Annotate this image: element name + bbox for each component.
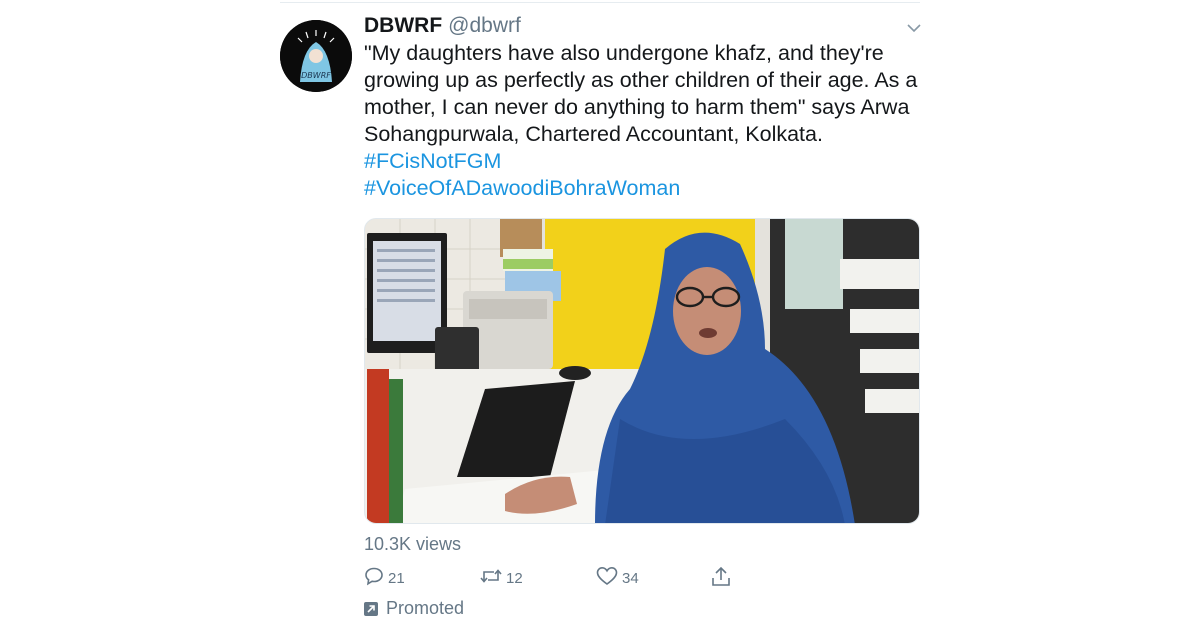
avatar-logo: DBWRF (280, 20, 352, 92)
retweet-icon (480, 566, 502, 591)
chevron-down-icon[interactable] (904, 18, 924, 38)
top-divider (280, 2, 920, 3)
hashtag-link[interactable]: #FCisNotFGM (364, 148, 924, 175)
reply-count: 21 (388, 570, 405, 587)
reply-button[interactable]: 21 (364, 566, 405, 591)
view-count: 10.3K views (364, 534, 462, 554)
tweet-text-line: "My daughters have also undergone khafz,… (364, 41, 884, 65)
avatar[interactable]: DBWRF (280, 20, 352, 92)
promoted-icon (364, 601, 378, 616)
like-icon (596, 566, 618, 591)
tweet-text-line: growing up as perfectly as other childre… (364, 68, 918, 92)
tweet-header: DBWRF @dbwrf (364, 14, 521, 42)
promoted-label: Promoted (364, 598, 464, 619)
handle[interactable]: @dbwrf (448, 14, 521, 38)
retweet-button[interactable]: 12 (480, 566, 523, 591)
promoted-text: Promoted (386, 598, 465, 618)
hashtag-link[interactable]: #VoiceOfADawoodiBohraWoman (364, 175, 924, 202)
tweet-text: "My daughters have also undergone khafz,… (364, 40, 924, 202)
like-count: 34 (622, 570, 639, 587)
video-thumbnail (365, 219, 919, 523)
video-player[interactable] (364, 218, 920, 524)
svg-text:DBWRF: DBWRF (301, 71, 331, 80)
tweet-text-line: Sohangpurwala, Chartered Accountant, Kol… (364, 122, 823, 146)
like-button[interactable]: 34 (596, 566, 639, 591)
reply-icon (364, 566, 384, 591)
share-button[interactable] (710, 566, 732, 593)
retweet-count: 12 (506, 570, 523, 587)
tweet-actions: 21 12 34 (364, 566, 744, 590)
tweet-text-line: mother, I can never do anything to harm … (364, 95, 910, 119)
share-icon (710, 566, 732, 593)
display-name[interactable]: DBWRF (364, 14, 442, 38)
